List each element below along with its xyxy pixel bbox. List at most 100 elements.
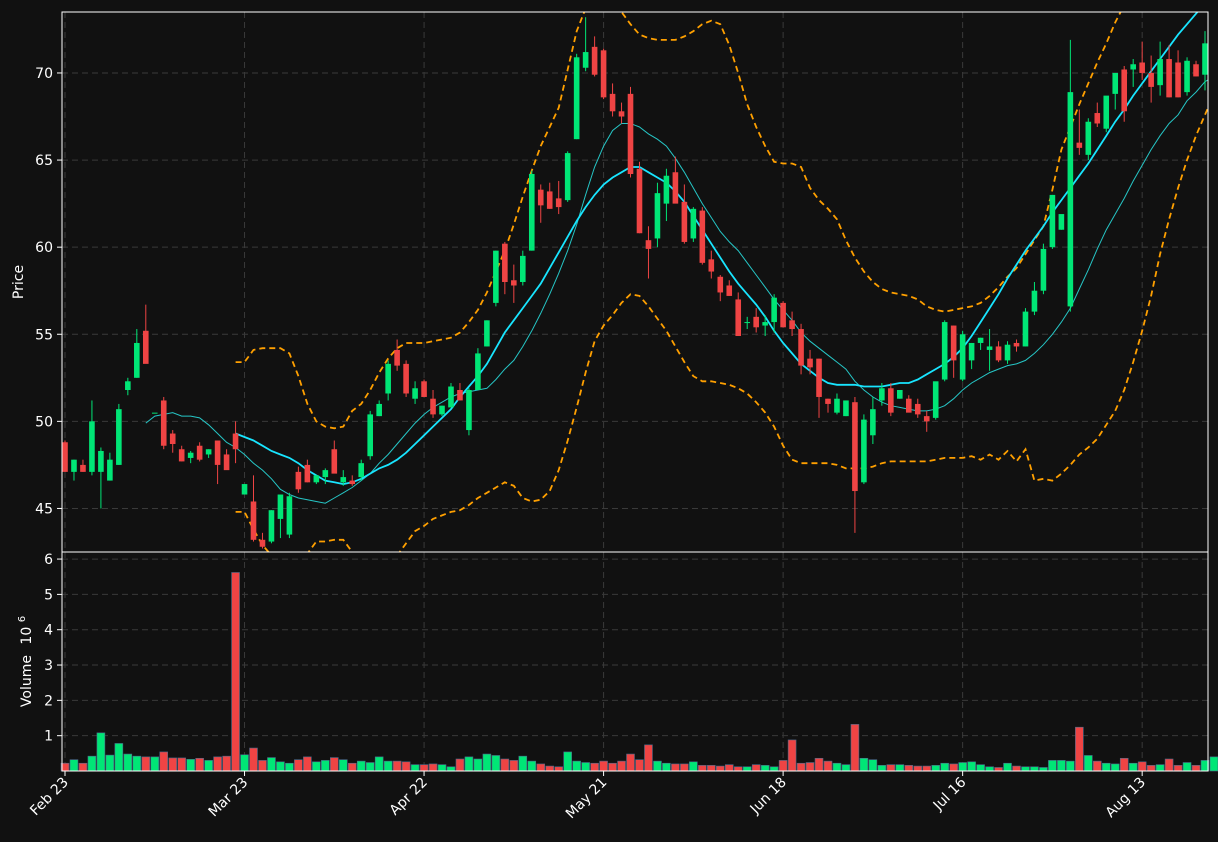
volume-bar bbox=[150, 756, 160, 772]
candle-body bbox=[376, 403, 382, 417]
volume-bar bbox=[949, 763, 958, 772]
candle-body bbox=[98, 450, 104, 472]
volume-bar bbox=[850, 724, 860, 772]
volume-bar bbox=[563, 751, 572, 772]
volume-bar bbox=[796, 762, 806, 772]
volume-bar bbox=[383, 760, 393, 772]
candle-body bbox=[564, 153, 571, 201]
volume-panel: 1 2 3 4 5 6 Volume 10 6 bbox=[17, 552, 1218, 772]
price-y-ticks: 45 50 55 60 65 70 bbox=[35, 66, 62, 517]
volume-bar bbox=[123, 753, 133, 772]
volume-bar bbox=[410, 764, 420, 772]
volume-bar bbox=[1084, 755, 1093, 772]
price-panel-frame bbox=[61, 11, 1209, 553]
candle-body bbox=[214, 440, 221, 465]
volume-bar bbox=[204, 760, 213, 772]
volume-bar bbox=[545, 765, 554, 772]
price-tick-label: 45 bbox=[35, 501, 53, 517]
candle-body bbox=[178, 449, 185, 462]
volume-bar bbox=[940, 762, 949, 772]
volume-bar bbox=[321, 760, 330, 772]
candle-body bbox=[1076, 142, 1083, 148]
candle-body bbox=[457, 390, 463, 401]
volume-bar bbox=[195, 757, 204, 772]
candle-body bbox=[493, 250, 499, 303]
candle-body bbox=[932, 381, 939, 418]
volume-bar bbox=[1119, 757, 1129, 772]
volume-bar bbox=[859, 757, 869, 772]
volume-bar bbox=[1137, 761, 1147, 772]
candle-body bbox=[412, 388, 418, 399]
volume-axis-title: Volume 10 6 bbox=[17, 616, 35, 707]
volume-bar bbox=[186, 759, 195, 772]
candle-body bbox=[1067, 92, 1074, 307]
candle-body bbox=[645, 240, 652, 249]
candle-body bbox=[861, 419, 867, 483]
volume-bar bbox=[168, 757, 177, 772]
candle-body bbox=[511, 280, 517, 286]
candle-body bbox=[107, 459, 113, 481]
candle-body bbox=[771, 297, 777, 323]
candle-body bbox=[116, 409, 122, 465]
volume-bar bbox=[877, 765, 887, 772]
candle-body bbox=[259, 539, 266, 547]
volume-bar bbox=[985, 766, 994, 772]
x-tick-label: Jun 18 bbox=[747, 775, 790, 818]
volume-bar bbox=[312, 761, 321, 772]
candle-body bbox=[322, 470, 329, 478]
candle-body bbox=[663, 175, 670, 204]
volume-bar bbox=[958, 762, 967, 772]
volume-bar bbox=[913, 765, 923, 772]
volume-bar bbox=[886, 764, 896, 772]
volume-bar bbox=[419, 764, 429, 772]
candle-body bbox=[466, 390, 472, 431]
volume-bar bbox=[1030, 766, 1039, 772]
volume-bar bbox=[78, 762, 88, 772]
volume-tick-label: 1 bbox=[44, 729, 53, 745]
candle-body bbox=[1202, 43, 1208, 75]
candle-body bbox=[1049, 194, 1056, 248]
candle-body bbox=[1193, 64, 1199, 77]
candle-body bbox=[977, 337, 984, 343]
volume-bar bbox=[446, 766, 456, 772]
volume-bar bbox=[653, 760, 662, 772]
candle-body bbox=[1112, 72, 1119, 94]
candle-body bbox=[573, 57, 580, 140]
volume-bar bbox=[1075, 726, 1084, 772]
bollinger-bands bbox=[235, 12, 1208, 552]
candle-body bbox=[250, 501, 257, 540]
volume-bar bbox=[1057, 760, 1066, 772]
volume-bar bbox=[868, 759, 878, 772]
candle-body bbox=[618, 111, 625, 117]
candle-body bbox=[268, 510, 275, 542]
volume-bar bbox=[832, 762, 842, 772]
price-tick-label: 60 bbox=[35, 240, 53, 256]
candle-body bbox=[394, 349, 400, 366]
volume-bar bbox=[159, 751, 169, 772]
candle-body bbox=[484, 320, 490, 347]
candle-body bbox=[340, 477, 347, 483]
candle-body bbox=[205, 449, 212, 455]
candle-body bbox=[430, 398, 436, 415]
candle-body bbox=[950, 325, 957, 361]
candle-body bbox=[1004, 344, 1011, 361]
volume-bar bbox=[1164, 758, 1174, 772]
volume-bar bbox=[742, 766, 752, 772]
volume-bar bbox=[778, 760, 788, 772]
candle-body bbox=[1103, 95, 1110, 129]
volume-bar bbox=[662, 762, 671, 772]
volume-bar bbox=[671, 763, 680, 772]
volume-bar bbox=[132, 755, 142, 772]
volume-bar bbox=[114, 743, 124, 772]
candle-body bbox=[897, 390, 903, 399]
volume-bar bbox=[1101, 762, 1111, 772]
candle-body bbox=[852, 402, 858, 492]
volume-bar bbox=[716, 765, 725, 772]
volume-bar bbox=[482, 753, 492, 772]
candle-body bbox=[914, 403, 921, 415]
volume-bar bbox=[141, 756, 151, 772]
candle-body bbox=[636, 168, 643, 234]
volume-bar bbox=[303, 756, 312, 772]
price-tick-label: 55 bbox=[35, 327, 53, 343]
volume-bar bbox=[392, 760, 402, 772]
